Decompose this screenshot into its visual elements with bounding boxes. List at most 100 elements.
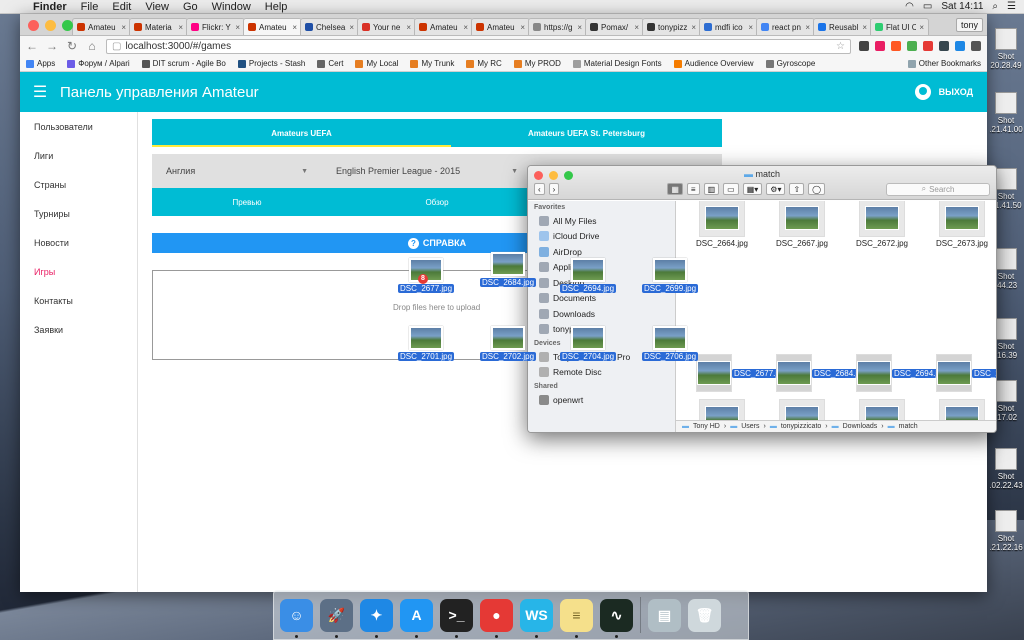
tab-close-icon[interactable]: × xyxy=(748,23,753,32)
logout-button[interactable]: ВЫХОД xyxy=(939,87,973,97)
browser-tab[interactable]: https://g × xyxy=(528,18,587,35)
menu-icon[interactable] xyxy=(971,41,981,51)
path-segment[interactable]: Users xyxy=(741,423,759,430)
finder-search-field[interactable]: ⌕ Search xyxy=(886,182,990,196)
path-segment[interactable]: Downloads xyxy=(843,423,878,430)
app-store-icon[interactable]: A xyxy=(400,598,433,638)
menu-go[interactable]: Go xyxy=(176,1,205,13)
tab-close-icon[interactable]: × xyxy=(292,23,297,32)
finder-file[interactable] xyxy=(682,399,762,420)
arrange-button[interactable]: ▦▾ xyxy=(742,183,763,195)
browser-tab[interactable]: Amateu × xyxy=(72,18,131,35)
tab-review[interactable]: Обзор xyxy=(342,188,532,216)
bookmark-item[interactable]: My RC xyxy=(466,59,502,68)
finder-sidebar-item[interactable]: openwrt xyxy=(528,392,675,408)
nav-item[interactable]: Заявки xyxy=(20,315,137,344)
tags-icon[interactable]: ◯ xyxy=(808,183,826,195)
browser-tab[interactable]: Chelsea × xyxy=(300,18,359,35)
league-select[interactable]: English Premier League - 2015 ▼ xyxy=(322,154,532,188)
notification-center-icon[interactable]: ☰ xyxy=(1007,1,1016,12)
bookmark-item[interactable]: Audience Overview xyxy=(673,59,754,68)
finder-file[interactable]: DSC_2667.jpg xyxy=(762,201,842,248)
browser-tab[interactable]: mdfi ico × xyxy=(699,18,758,35)
bookmark-item[interactable]: My Local xyxy=(355,59,398,68)
finder-file[interactable]: DSC_2672.jpg xyxy=(842,201,922,248)
tab-preview[interactable]: Превью xyxy=(152,188,342,216)
menu-help[interactable]: Help xyxy=(258,1,295,13)
browser-tab[interactable]: Flickr: Y × xyxy=(186,18,245,35)
address-bar[interactable]: ▢ localhost:3000/#/games ☆ xyxy=(106,38,851,54)
bookmark-item[interactable]: Cert xyxy=(317,59,343,68)
desktop-file[interactable]: Shot .21.41.00 xyxy=(988,92,1024,134)
tab-close-icon[interactable]: × xyxy=(349,23,354,32)
other-bookmarks[interactable]: Other Bookmarks xyxy=(907,59,981,68)
nav-item[interactable]: Новости xyxy=(20,228,137,257)
clock[interactable]: Sat 14:11 xyxy=(941,1,983,12)
finder-sidebar-item[interactable]: Downloads xyxy=(528,306,675,322)
tab-close-icon[interactable]: × xyxy=(919,23,924,32)
country-select[interactable]: Англия ▼ xyxy=(152,154,322,188)
desktop-file[interactable]: Shot .02.22.43 xyxy=(988,448,1024,490)
coverflow-view-button[interactable]: ▭ xyxy=(723,183,739,195)
browser-tab[interactable]: react pn × xyxy=(756,18,815,35)
menu-app-name[interactable]: Finder xyxy=(26,1,74,13)
bookmark-item[interactable]: DIT scrum - Agile Bo xyxy=(141,59,226,68)
back-arrow-icon[interactable]: ← xyxy=(26,39,38,53)
bookmark-item[interactable]: Gyroscope xyxy=(765,59,815,68)
extension-icon[interactable] xyxy=(955,41,965,51)
finder-file[interactable] xyxy=(842,399,922,420)
finder-sidebar-item[interactable]: iCloud Drive xyxy=(528,229,675,245)
tab-close-icon[interactable]: × xyxy=(805,23,810,32)
icon-view-button[interactable]: ▦ xyxy=(667,183,683,195)
safari-icon[interactable]: ✦ xyxy=(360,598,393,638)
bookmark-item[interactable]: Форум / Alpari xyxy=(67,59,130,68)
tab-close-icon[interactable]: × xyxy=(235,23,240,32)
forward-arrow-icon[interactable]: → xyxy=(46,39,58,53)
back-button[interactable]: ‹ xyxy=(534,183,545,195)
path-segment[interactable]: match xyxy=(899,423,918,430)
path-segment[interactable]: tonypizzicato xyxy=(781,423,821,430)
menu-file[interactable]: File xyxy=(74,1,106,13)
reload-icon[interactable]: ↻ xyxy=(66,39,78,53)
nav-item[interactable]: Контакты xyxy=(20,286,137,315)
close-window-button[interactable] xyxy=(28,20,39,31)
bookmark-item[interactable]: My PROD xyxy=(513,59,561,68)
browser-tab[interactable]: Pomax/ × xyxy=(585,18,644,35)
action-gear-icon[interactable]: ⚙▾ xyxy=(766,183,786,195)
browser-tab[interactable]: Amateu × xyxy=(243,18,302,35)
tab-close-icon[interactable]: × xyxy=(577,23,582,32)
tab-close-icon[interactable]: × xyxy=(406,23,411,32)
tab-close-icon[interactable]: × xyxy=(463,23,468,32)
menu-window[interactable]: Window xyxy=(205,1,258,13)
account-icon[interactable] xyxy=(914,84,931,100)
tab-amateurs-uefa-spb[interactable]: Amateurs UEFA St. Petersburg xyxy=(451,119,722,147)
column-view-button[interactable]: ▥ xyxy=(703,183,720,195)
hamburger-menu-icon[interactable]: ☰ xyxy=(20,82,60,102)
tab-amateurs-uefa[interactable]: Amateurs UEFA xyxy=(152,119,451,147)
list-view-button[interactable]: ≡ xyxy=(686,183,700,195)
tab-close-icon[interactable]: × xyxy=(862,23,867,32)
bookmark-item[interactable]: Material Design Fonts xyxy=(572,59,662,68)
extension-icon[interactable] xyxy=(923,41,933,51)
desktop-file[interactable]: Shot 20.28.49 xyxy=(988,28,1024,70)
extension-icon[interactable] xyxy=(939,41,949,51)
home-icon[interactable]: ⌂ xyxy=(86,39,98,53)
share-icon[interactable]: ⇧ xyxy=(789,183,805,195)
browser-tab[interactable]: Amateu × xyxy=(471,18,530,35)
extension-icon[interactable] xyxy=(907,41,917,51)
wifi-icon[interactable]: ◠ xyxy=(905,1,914,12)
activity-monitor-icon[interactable]: ∿ xyxy=(600,598,633,638)
nav-item[interactable]: Игры xyxy=(20,257,137,286)
browser-tab[interactable]: Your ne × xyxy=(357,18,416,35)
zoom-window-button[interactable] xyxy=(62,20,73,31)
desktop-file[interactable]: Shot .21.22.16 xyxy=(988,510,1024,552)
tab-close-icon[interactable]: × xyxy=(634,23,639,32)
finder-file[interactable] xyxy=(922,399,996,420)
finder-file[interactable] xyxy=(762,399,842,420)
extension-icon[interactable] xyxy=(859,41,869,51)
extension-icon[interactable] xyxy=(875,41,885,51)
menu-view[interactable]: View xyxy=(138,1,176,13)
tab-close-icon[interactable]: × xyxy=(520,23,525,32)
browser-tab[interactable]: Flat UI C × xyxy=(870,18,929,35)
nav-item[interactable]: Лиги xyxy=(20,141,137,170)
